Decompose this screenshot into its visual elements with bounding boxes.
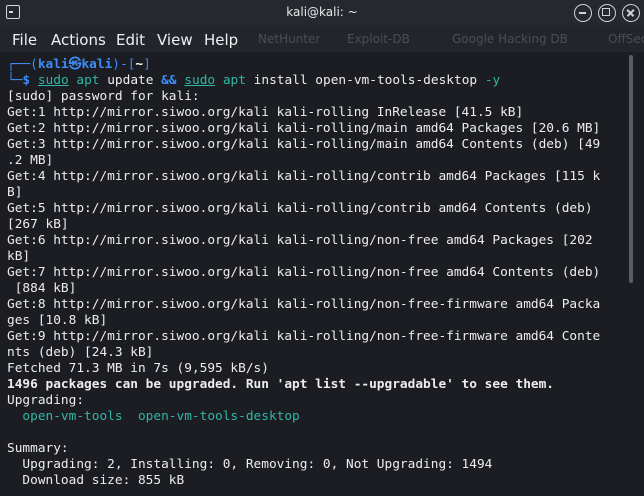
minimize-icon[interactable] [574, 4, 592, 22]
maximize-icon[interactable] [598, 4, 616, 22]
command-and: && [161, 73, 177, 88]
summary-counts: Upgrading: 2, Installing: 0, Removing: 0… [7, 457, 493, 472]
window-title: kali@kali: ~ [286, 5, 358, 19]
terminal-window: kali@kali: ~ NetHunter Exploit-DB Google… [0, 0, 644, 496]
command-sudo-2: sudo [184, 73, 216, 88]
command-install: install open-vm-tools-desktop [245, 73, 485, 88]
command-apt: apt [76, 73, 100, 88]
output-line: B] [7, 185, 23, 200]
output-line: Get:9 http://mirror.siwoo.org/kali kali-… [7, 329, 601, 344]
output-line: kB] [7, 249, 31, 264]
upgrading-label: Upgrading: [7, 393, 85, 408]
scrollbar[interactable] [629, 55, 633, 283]
menu-actions[interactable]: Actions [51, 31, 106, 49]
summary-label: Summary: [7, 441, 69, 456]
background-tab-offsec: OffSec [608, 32, 644, 46]
command-update: update [99, 73, 162, 88]
background-tab-nethunter: NetHunter [258, 32, 321, 46]
output-line: [884 kB] [7, 281, 77, 296]
prompt-host: kali [81, 57, 113, 72]
prompt-at-symbol: ㉿ [68, 57, 82, 72]
output-line: Get:7 http://mirror.siwoo.org/kali kali-… [7, 265, 601, 280]
output-line: Get:4 http://mirror.siwoo.org/kali kali-… [7, 169, 601, 184]
prompt-open: ┌──( [7, 57, 38, 72]
output-line: Get:3 http://mirror.siwoo.org/kali kali-… [7, 137, 601, 152]
command-flag: -y [484, 73, 501, 88]
prompt-directory: ~ [135, 57, 144, 72]
summary-download: Download size: 855 kB [7, 473, 185, 488]
title-bar: kali@kali: ~ [0, 0, 644, 26]
prompt-line-1: ┌──(kali㉿kali)-[~] [7, 57, 151, 73]
output-line: Fetched 71.3 MB in 7s (9,595 kB/s) [7, 361, 269, 376]
command-sudo: sudo [37, 73, 69, 88]
output-line: ges [10.8 kB] [7, 313, 108, 328]
prompt-corner: └─ [7, 73, 23, 88]
prompt-user: kali [37, 57, 69, 72]
output-line: Get:5 http://mirror.siwoo.org/kali kali-… [7, 201, 593, 216]
prompt-close: )-[ [112, 57, 136, 72]
prompt-end: ] [143, 57, 151, 72]
output-line: [sudo] password for kali: [7, 89, 200, 104]
background-tab-exploit-db: Exploit-DB [347, 32, 410, 46]
menu-edit[interactable]: Edit [116, 31, 145, 49]
output-line: Get:2 http://mirror.siwoo.org/kali kali-… [7, 121, 601, 136]
output-line: Get:6 http://mirror.siwoo.org/kali kali-… [7, 233, 593, 248]
menu-file[interactable]: File [12, 31, 37, 49]
upgrading-packages: open-vm-tools open-vm-tools-desktop [7, 409, 300, 424]
background-tab-google-hacking-db: Google Hacking DB [452, 32, 568, 46]
prompt-dollar: $ [22, 73, 38, 88]
menu-bar: NetHunter Exploit-DB Google Hacking DB O… [0, 26, 644, 52]
menu-help[interactable]: Help [204, 31, 238, 49]
menu-view[interactable]: View [157, 31, 193, 49]
output-line: [267 kB] [7, 217, 69, 232]
output-line: .2 MB] [7, 153, 54, 168]
command-apt-2: apt [222, 73, 246, 88]
close-icon[interactable] [622, 4, 640, 22]
output-line: nts (deb) [24.3 kB] [7, 345, 154, 360]
upgrade-notice: 1496 packages can be upgraded. Run 'apt … [7, 377, 555, 392]
output-line: Get:8 http://mirror.siwoo.org/kali kali-… [7, 297, 601, 312]
command-line: └─$ sudo apt update && sudo apt install … [7, 73, 500, 89]
output-line: Get:1 http://mirror.siwoo.org/kali kali-… [7, 105, 524, 120]
